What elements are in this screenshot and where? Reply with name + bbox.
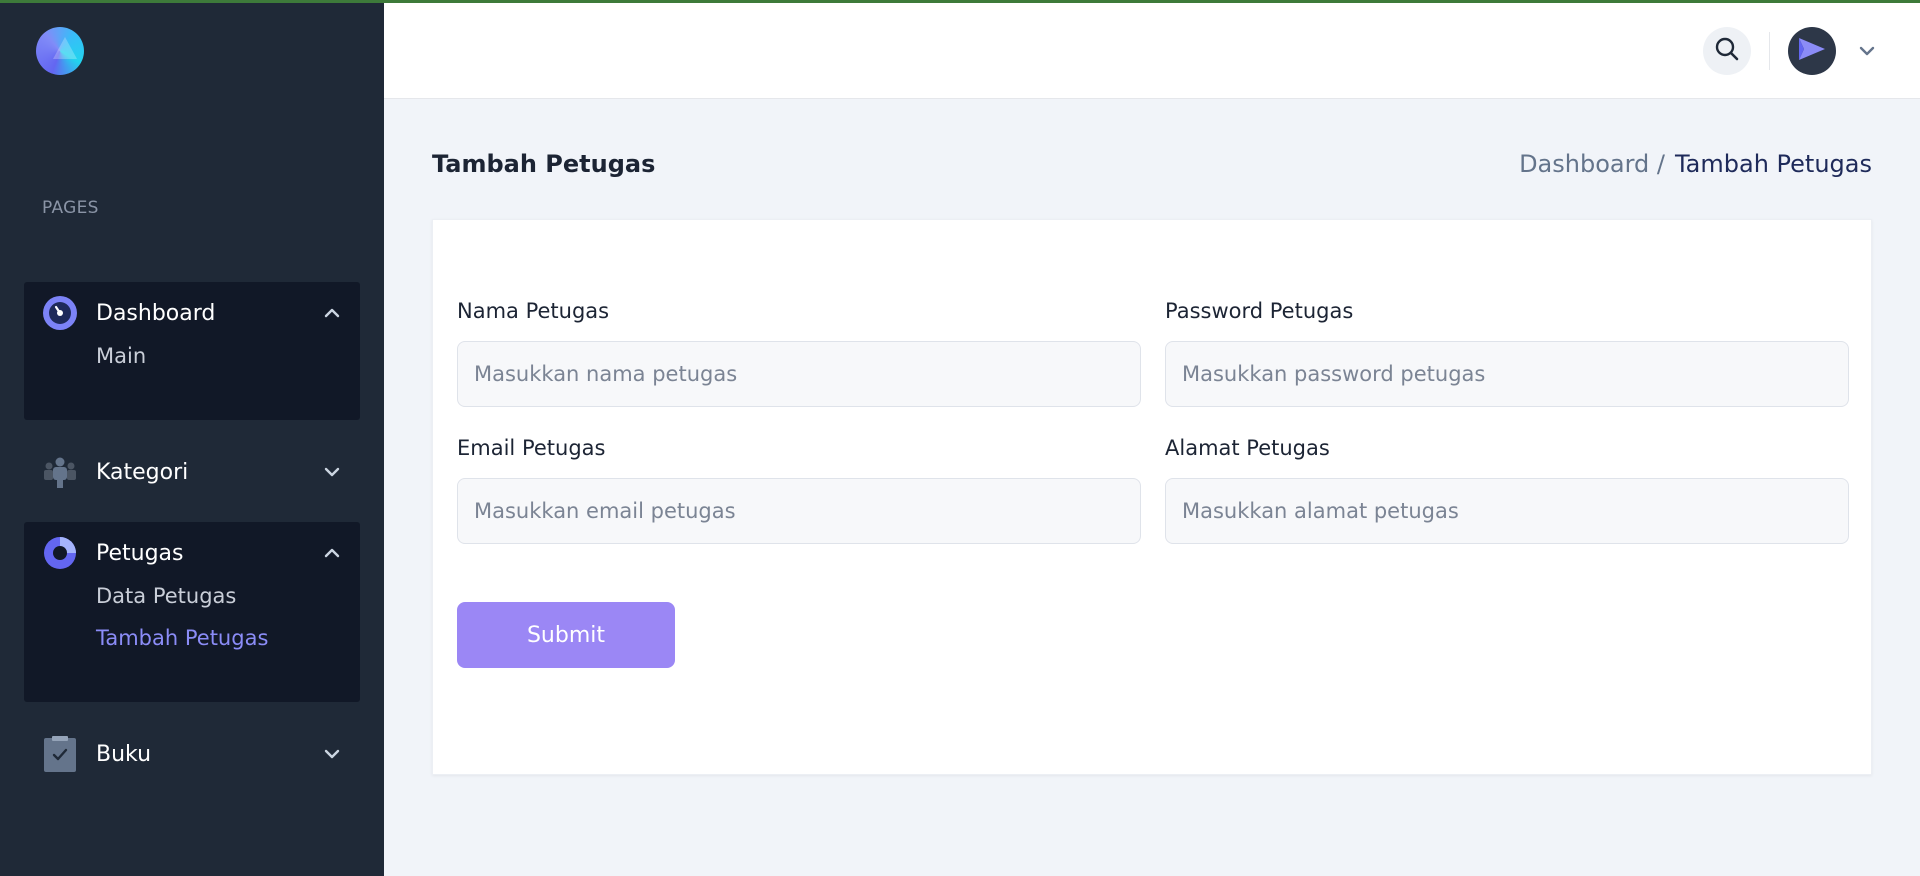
sidebar-item-label: Buku bbox=[96, 741, 152, 767]
sidebar-item-dashboard[interactable]: Dashboard bbox=[24, 291, 360, 335]
sidebar-section-label: PAGES bbox=[42, 198, 99, 218]
users-group-icon bbox=[42, 454, 78, 490]
sidebar-submenu-petugas: Data Petugas Tambah Petugas bbox=[24, 575, 360, 659]
password-petugas-input[interactable] bbox=[1165, 341, 1849, 407]
sidebar-item-buku[interactable]: Buku bbox=[24, 732, 360, 776]
search-icon bbox=[1714, 36, 1740, 66]
email-petugas-label: Email Petugas bbox=[457, 436, 606, 460]
pie-chart-icon bbox=[42, 535, 78, 571]
sidebar-subitem-tambah-petugas[interactable]: Tambah Petugas bbox=[96, 617, 360, 659]
nama-petugas-input[interactable] bbox=[457, 341, 1141, 407]
email-petugas-input[interactable] bbox=[457, 478, 1141, 544]
breadcrumb-link-dashboard[interactable]: Dashboard / bbox=[1519, 150, 1665, 178]
submit-button[interactable]: Submit bbox=[457, 602, 675, 668]
sidebar-item-label: Dashboard bbox=[96, 300, 216, 326]
breadcrumb: Dashboard / Tambah Petugas bbox=[1519, 150, 1872, 178]
clipboard-check-icon bbox=[42, 736, 78, 772]
chevron-up-icon[interactable] bbox=[322, 543, 342, 563]
app-logo[interactable] bbox=[36, 27, 84, 75]
sidebar-group-dashboard: Dashboard Main bbox=[24, 282, 360, 420]
sidebar-group-buku: Buku bbox=[24, 732, 360, 776]
alamat-petugas-input[interactable] bbox=[1165, 478, 1849, 544]
top-progress-line bbox=[0, 0, 1920, 3]
sidebar-group-petugas: Petugas Data Petugas Tambah Petugas bbox=[24, 522, 360, 702]
paper-plane-icon bbox=[1797, 36, 1827, 66]
chevron-up-icon[interactable] bbox=[322, 303, 342, 323]
chevron-down-icon[interactable] bbox=[1858, 42, 1876, 61]
field-email-petugas: Email Petugas bbox=[457, 436, 1141, 544]
chevron-down-icon[interactable] bbox=[322, 462, 342, 482]
dashboard-gauge-icon bbox=[42, 295, 78, 331]
nama-petugas-label: Nama Petugas bbox=[457, 299, 610, 323]
sidebar-item-petugas[interactable]: Petugas bbox=[24, 531, 360, 575]
password-petugas-label: Password Petugas bbox=[1165, 299, 1354, 323]
field-password-petugas: Password Petugas bbox=[1165, 299, 1849, 407]
sidebar-subitem-data-petugas[interactable]: Data Petugas bbox=[96, 575, 360, 617]
form-card: Nama Petugas Password Petugas Email Petu… bbox=[432, 219, 1872, 775]
user-avatar[interactable] bbox=[1788, 27, 1836, 75]
sidebar-subitem-main[interactable]: Main bbox=[96, 335, 360, 377]
search-button[interactable] bbox=[1703, 27, 1751, 75]
sidebar-item-label: Petugas bbox=[96, 540, 184, 566]
breadcrumb-current: Tambah Petugas bbox=[1674, 150, 1872, 178]
sidebar-submenu-dashboard: Main bbox=[24, 335, 360, 377]
sidebar-item-kategori[interactable]: Kategori bbox=[24, 450, 360, 494]
alamat-petugas-label: Alamat Petugas bbox=[1165, 436, 1330, 460]
field-alamat-petugas: Alamat Petugas bbox=[1165, 436, 1849, 544]
sidebar: PAGES Dashboard Main Kategori Petugas Da… bbox=[0, 0, 384, 876]
chevron-down-icon[interactable] bbox=[322, 744, 342, 764]
header-divider bbox=[1769, 32, 1770, 70]
field-nama-petugas: Nama Petugas bbox=[457, 299, 1141, 407]
top-header bbox=[384, 0, 1920, 99]
sidebar-group-kategori: Kategori bbox=[24, 450, 360, 494]
page-title: Tambah Petugas bbox=[432, 150, 656, 178]
sidebar-item-label: Kategori bbox=[96, 459, 189, 485]
